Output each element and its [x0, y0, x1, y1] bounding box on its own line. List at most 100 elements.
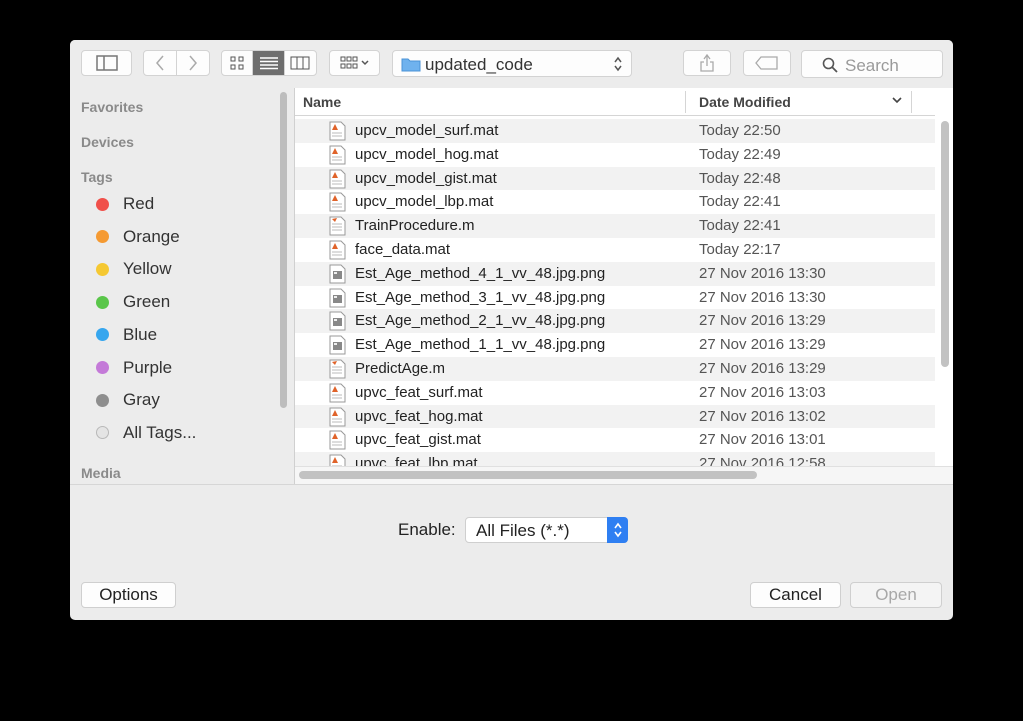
tag-icon [755, 56, 778, 70]
file-row[interactable]: upvc_feat_hog.mat 27 Nov 2016 13:02 [295, 404, 935, 429]
sidebar: Favorites Devices Tags Red Orange Yellow Gr… [70, 88, 294, 484]
tag-color-dot-icon [96, 262, 109, 276]
location-label: updated_code [425, 55, 533, 74]
sidebar-tag-label: Blue [123, 324, 158, 344]
file-name: upcv_model_surf.mat [355, 122, 499, 139]
back-button[interactable] [144, 51, 177, 75]
tag-color-dot-icon [96, 361, 109, 374]
file-row[interactable]: upcv_model_surf.mat Today 22:50 [295, 119, 935, 143]
sidebar-scrollbar[interactable] [280, 92, 287, 408]
file-row[interactable]: upvc_feat_gist.mat 27 Nov 2016 13:01 [295, 428, 935, 452]
open-button[interactable]: Open [850, 582, 942, 608]
matlab-data-icon [329, 383, 346, 403]
file-date-modified: 27 Nov 2016 13:29 [699, 336, 826, 354]
tag-color-dot-icon [96, 230, 109, 244]
sidebar-tag-label: Orange [123, 226, 180, 246]
sidebar-tag-label: All Tags... [123, 422, 197, 442]
sidebar-tag-item[interactable]: Yellow [96, 258, 172, 280]
back-forward-buttons [143, 50, 210, 76]
file-row[interactable]: Est_Age_method_4_1_vv_48.jpg.png 27 Nov 2… [295, 261, 935, 286]
file-row[interactable]: face_data.mat Today 22:17 [295, 238, 935, 262]
file-row[interactable]: TrainProcedure.m Today 22:41 [295, 214, 935, 238]
arrange-button[interactable] [329, 50, 380, 76]
sidebar-section-favorites[interactable]: Favorites [81, 99, 143, 115]
image-file-icon [329, 264, 346, 284]
file-row[interactable]: Est_Age_method_1_1_vv_48.jpg.png 27 Nov 2… [295, 333, 935, 357]
file-type-popup[interactable]: All Files (*.*) [465, 517, 628, 543]
updown-chevron-icon [613, 522, 622, 538]
search-field[interactable]: Search [801, 50, 943, 78]
search-placeholder: Search [845, 56, 899, 75]
vertical-scrollbar[interactable] [941, 121, 949, 367]
sidebar-tag-item[interactable]: Purple [96, 357, 172, 379]
sidebar-tag-item[interactable]: Orange [96, 226, 180, 248]
matlab-script-icon [329, 216, 346, 236]
location-popup[interactable]: updated_code [392, 50, 632, 77]
column-divider[interactable] [685, 91, 686, 113]
sidebar-toggle-button[interactable] [81, 50, 132, 76]
enable-label: Enable: [398, 520, 456, 539]
file-name: TrainProcedure.m [355, 217, 475, 235]
chevron-right-icon [189, 55, 197, 71]
tag-button[interactable] [743, 50, 791, 76]
file-row[interactable]: upcv_model_gist.mat Today 22:48 [295, 166, 935, 191]
sidebar-section-media[interactable]: Media [81, 465, 121, 481]
forward-button[interactable] [177, 51, 210, 75]
file-name: Est_Age_method_1_1_vv_48.jpg.png [355, 336, 606, 354]
share-icon [700, 53, 714, 72]
file-name: PredictAge.m [355, 359, 446, 377]
file-name: face_data.mat [355, 240, 451, 258]
file-name: Est_Age_method_3_1_vv_48.jpg.png [355, 288, 606, 306]
share-button[interactable] [683, 50, 731, 76]
file-row[interactable]: upcv_model_lbp.mat Today 22:41 [295, 190, 935, 214]
file-date-modified: 27 Nov 2016 13:30 [699, 288, 826, 306]
file-name: upcv_model_hog.mat [355, 145, 499, 163]
list-view-button[interactable] [253, 51, 285, 75]
file-name: upvc_feat_gist.mat [355, 431, 481, 449]
sidebar-tag-label: Yellow [123, 259, 172, 279]
sort-chevron-down-icon[interactable] [891, 94, 903, 106]
tag-color-dot-icon [96, 393, 109, 407]
sidebar-icon [95, 55, 118, 71]
cancel-button[interactable]: Cancel [750, 582, 841, 608]
horizontal-scroll-track [295, 466, 953, 484]
file-name: upcv_model_gist.mat [355, 169, 497, 187]
image-file-icon [329, 335, 346, 355]
matlab-data-icon [329, 430, 346, 450]
folder-icon [401, 58, 421, 72]
file-date-modified: 27 Nov 2016 13:01 [699, 431, 826, 449]
horizontal-scrollbar[interactable] [299, 471, 757, 479]
name-column-header[interactable]: Name [303, 94, 341, 110]
options-button[interactable]: Options [81, 582, 176, 608]
file-row[interactable]: Est_Age_method_2_1_vv_48.jpg.png 27 Nov 2… [295, 309, 935, 334]
sidebar-section-tags[interactable]: Tags [81, 169, 113, 185]
sidebar-tag-item[interactable]: Gray [96, 389, 160, 411]
matlab-script-icon [329, 359, 346, 379]
matlab-data-icon [329, 169, 346, 189]
icon-view-button[interactable] [222, 51, 254, 75]
sidebar-tag-item[interactable]: Blue [96, 324, 157, 346]
file-row[interactable]: upvc_feat_surf.mat 27 Nov 2016 13:03 [295, 381, 935, 405]
file-date-modified: 27 Nov 2016 13:03 [699, 383, 826, 401]
tag-color-dot-icon [96, 426, 109, 440]
sidebar-tag-label: Purple [123, 357, 173, 377]
file-row[interactable]: upcv_model_hog.mat Today 22:49 [295, 143, 935, 167]
file-row[interactable]: PredictAge.m 27 Nov 2016 13:29 [295, 356, 935, 381]
file-list-header: Name Date Modified [295, 88, 935, 116]
column-divider[interactable] [911, 91, 912, 113]
file-date-modified: 27 Nov 2016 13:29 [699, 359, 826, 377]
matlab-data-icon [329, 192, 346, 212]
sidebar-tag-item[interactable]: Red [96, 193, 154, 215]
column-view-button[interactable] [285, 51, 316, 75]
sidebar-tag-label: Gray [123, 390, 160, 410]
file-type-value: All Files (*.*) [476, 521, 570, 540]
date-modified-column-header[interactable]: Date Modified [699, 94, 791, 110]
file-row[interactable]: Est_Age_method_3_1_vv_48.jpg.png 27 Nov 2… [295, 286, 935, 310]
file-name: Est_Age_method_2_1_vv_48.jpg.png [355, 312, 606, 330]
sidebar-section-devices[interactable]: Devices [81, 134, 134, 150]
grid-icon [230, 56, 244, 70]
sidebar-tag-item[interactable]: Green [96, 291, 170, 313]
file-date-modified: Today 22:41 [699, 193, 781, 211]
sidebar-tag-item[interactable]: All Tags... [96, 422, 196, 444]
matlab-data-icon [329, 145, 346, 165]
